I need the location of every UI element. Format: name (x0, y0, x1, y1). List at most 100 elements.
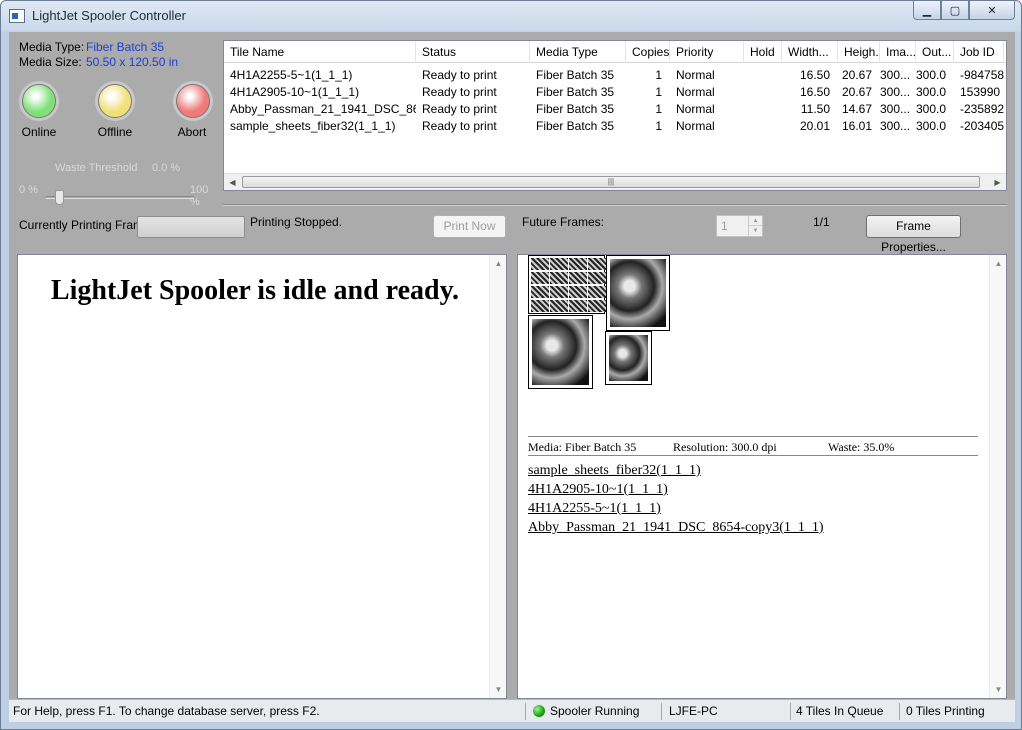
column-header[interactable]: Media Type (530, 41, 626, 63)
status-bar: For Help, press F1. To change database s… (9, 699, 1015, 722)
caption-buttons: ▁ ▢ ✕ (913, 1, 1015, 20)
table-row[interactable]: 4H1A2905-10~1(1_1_1) Ready to print Fiber … (224, 84, 1006, 101)
contact-sheet-tile (531, 258, 549, 270)
waste-threshold-value: 0.0 % (152, 162, 181, 174)
frame-properties-button[interactable]: Frame Properties... (866, 215, 961, 254)
waste-threshold: Waste Threshold 0.0 % 0 % 100 % (19, 160, 208, 208)
status-spooler: Spooler Running (533, 704, 639, 718)
printing-progress-bar (137, 216, 245, 238)
horizontal-scrollbar[interactable]: ◀ ||| ▶ (224, 173, 1006, 190)
table-cell: 20.67 (841, 68, 872, 82)
frame-file-link[interactable]: 4H1A2255-5~1(1_1_1) (528, 499, 824, 518)
frame-info: Media: Fiber Batch 35 Resolution: 300.0 … (528, 436, 978, 456)
table-cell: 300... (880, 119, 911, 133)
media-type-value: Fiber Batch 35 (86, 40, 165, 54)
maximize-button[interactable]: ▢ (941, 1, 969, 20)
print-now-button[interactable]: Print Now (433, 215, 506, 238)
media-size-value: 50.50 x 120.50 in (86, 55, 179, 69)
table-row[interactable]: Abby_Passman_21_1941_DSC_865... Ready to … (224, 101, 1006, 118)
contact-sheet-tile (588, 258, 606, 270)
column-header[interactable]: Out... (916, 41, 954, 63)
client-area: Media Type: Fiber Batch 35 Media Size: 50.… (9, 32, 1015, 722)
contact-sheet-tile (550, 258, 568, 270)
table-cell: Normal (676, 102, 715, 116)
online-button[interactable] (22, 84, 56, 118)
preview-pane-scrollbar[interactable]: ▲ ▼ (989, 255, 1006, 698)
contact-sheet-tile (531, 272, 549, 284)
table-cell: -235892 (960, 102, 1004, 116)
offline-label: Offline (97, 125, 133, 139)
table-cell: 300... (880, 85, 911, 99)
status-separator (899, 703, 900, 720)
column-header[interactable]: Width... (782, 41, 838, 63)
photo-thumbnail (605, 331, 652, 385)
table-cell: -203405 (960, 119, 1004, 133)
column-header[interactable]: Copies (626, 41, 670, 63)
status-separator (525, 703, 526, 720)
column-header[interactable]: Job ID (954, 41, 1004, 63)
close-button[interactable]: ✕ (969, 1, 1015, 20)
abort-label: Abort (177, 125, 207, 139)
contact-sheet-thumbnail (528, 255, 606, 314)
table-cell: Ready to print (422, 102, 497, 116)
contact-sheet-tile (531, 300, 549, 312)
maximize-icon: ▢ (949, 4, 961, 17)
table-cell: Normal (676, 68, 715, 82)
status-separator (790, 703, 791, 720)
close-icon: ✕ (987, 4, 997, 17)
column-header[interactable]: Ima... (880, 41, 916, 63)
table-cell: 153990 (960, 85, 1001, 99)
frame-file-link[interactable]: sample_sheets_fiber32(1_1_1) (528, 461, 824, 480)
future-frames-spinner[interactable]: 1 ▲ ▼ (716, 215, 763, 237)
scroll-right-icon[interactable]: ▶ (989, 174, 1006, 190)
table-cell (744, 101, 782, 118)
column-header[interactable]: Tile Name (224, 41, 416, 63)
idle-pane-scrollbar[interactable]: ▲ ▼ (489, 255, 506, 698)
spinner-up-icon[interactable]: ▲ (748, 216, 762, 226)
table-cell: Normal (676, 119, 715, 133)
contact-sheet-tile (569, 300, 587, 312)
contact-sheet-tile (588, 272, 606, 284)
contact-sheet-tile (550, 286, 568, 298)
status-tiles-printing: 0 Tiles Printing (906, 704, 985, 718)
idle-pane: LightJet Spooler is idle and ready. ▲ ▼ (17, 254, 507, 699)
column-header[interactable]: Status (416, 41, 530, 63)
media-size-label: Media Size: (19, 55, 82, 69)
abort-button[interactable] (176, 84, 210, 118)
offline-button[interactable] (98, 84, 132, 118)
scroll-left-icon[interactable]: ◀ (224, 174, 241, 190)
photo-image (610, 259, 666, 327)
media-info: Media Type: Fiber Batch 35 Media Size: 50.… (19, 40, 178, 70)
title-bar[interactable]: LightJet Spooler Controller ▁ ▢ ✕ (1, 1, 1021, 32)
minimize-button[interactable]: ▁ (913, 1, 941, 20)
scroll-thumb[interactable]: ||| (242, 176, 980, 188)
printing-status: Printing Stopped. (250, 215, 343, 229)
scroll-up-icon[interactable]: ▲ (490, 255, 506, 272)
table-cell (744, 118, 782, 135)
frame-file-link[interactable]: 4H1A2905-10~1(1_1_1) (528, 480, 824, 499)
contact-sheet-tile (588, 286, 606, 298)
table-cell: 20.67 (841, 85, 872, 99)
column-header[interactable]: Hold (744, 41, 782, 63)
status-help-text: For Help, press F1. To change database s… (13, 704, 320, 718)
scroll-down-icon[interactable]: ▼ (990, 681, 1006, 698)
status-host: LJFE-PC (669, 704, 718, 718)
waste-threshold-slider[interactable] (55, 190, 64, 205)
table-cell: 16.50 (799, 85, 830, 99)
table-cell: 14.67 (841, 102, 872, 116)
table-row[interactable]: 4H1A2255-5~1(1_1_1) Ready to print Fiber B… (224, 67, 1006, 84)
waste-threshold-min: 0 % (19, 184, 38, 196)
scroll-down-icon[interactable]: ▼ (490, 681, 506, 698)
table-row[interactable]: sample_sheets_fiber32(1_1_1) Ready to pri… (224, 118, 1006, 135)
status-separator (661, 703, 662, 720)
table-cell: 300... (880, 102, 911, 116)
scroll-up-icon[interactable]: ▲ (990, 255, 1006, 272)
spinner-down-icon[interactable]: ▼ (748, 226, 762, 236)
frame-file-link[interactable]: Abby_Passman_21_1941_DSC_8654-copy3(1_1_… (528, 518, 824, 537)
waste-threshold-track (46, 196, 194, 199)
column-header[interactable]: Priority (670, 41, 744, 63)
table-cell: Ready to print (422, 68, 497, 82)
contact-sheet-tile (569, 286, 587, 298)
table-cell: 300... (880, 68, 911, 82)
column-header[interactable]: Heigh... (838, 41, 880, 63)
